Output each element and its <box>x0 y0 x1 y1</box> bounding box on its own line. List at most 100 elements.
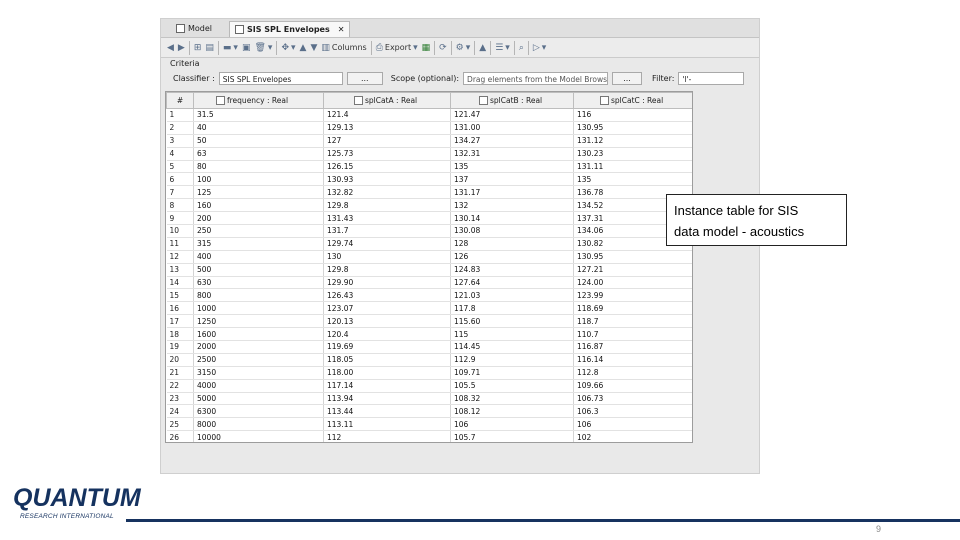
table-row[interactable]: 6 100 130.93 137 135 <box>166 172 692 187</box>
table-cell[interactable]: 135 <box>573 172 692 187</box>
table-cell[interactable]: 123.07 <box>323 301 451 316</box>
table-cell[interactable]: 129.74 <box>323 237 451 251</box>
settings-button[interactable]: ⚙ ▾ <box>456 43 471 53</box>
table-cell[interactable]: 1600 <box>193 327 324 342</box>
move-down-button[interactable]: ▼ <box>310 43 317 53</box>
table-cell[interactable]: 131.11 <box>573 160 692 174</box>
move-button[interactable]: ✥ ▾ <box>281 43 295 53</box>
table-cell[interactable]: 109.66 <box>573 379 692 393</box>
table-cell[interactable]: 113.94 <box>323 392 451 406</box>
table-cell[interactable]: 5000 <box>193 392 324 406</box>
table-cell[interactable]: 500 <box>193 263 324 277</box>
table-cell[interactable]: 132.82 <box>323 185 451 200</box>
column-checkbox-icon[interactable] <box>216 96 225 106</box>
table-cell[interactable]: 126 <box>450 250 574 264</box>
export-button[interactable]: ⎙ Export ▾ <box>376 43 418 53</box>
table-cell[interactable]: 250 <box>193 224 324 238</box>
table-row[interactable]: 10 250 131.7 130.08 134.06 <box>166 224 692 238</box>
column-checkbox-icon[interactable] <box>354 96 363 106</box>
table-cell[interactable]: 80 <box>193 160 324 174</box>
table-cell[interactable]: 124.00 <box>573 276 692 290</box>
table-cell[interactable]: 121.03 <box>450 288 574 303</box>
table-cell[interactable]: 129.8 <box>323 263 451 277</box>
table-cell[interactable]: 112 <box>323 430 451 442</box>
table-cell[interactable]: 131.12 <box>573 134 692 148</box>
table-cell[interactable]: 105.5 <box>450 379 574 393</box>
table-cell[interactable]: 123.99 <box>573 288 692 303</box>
table-cell[interactable]: 121.47 <box>450 108 574 122</box>
table-cell[interactable]: 105.7 <box>450 430 574 442</box>
collapse-button[interactable]: ▲ <box>479 43 486 53</box>
table-cell[interactable]: 120.4 <box>323 327 451 342</box>
table-cell[interactable]: 115 <box>450 327 574 342</box>
table-cell[interactable]: 3150 <box>193 366 324 380</box>
table-cell[interactable]: 124.83 <box>450 263 574 277</box>
table-cell[interactable]: 118.7 <box>573 314 692 329</box>
forward-button[interactable]: ▶ <box>178 43 185 53</box>
table-cell[interactable]: 131.43 <box>323 211 451 226</box>
column-header-frequency[interactable]: frequency : Real <box>193 92 324 109</box>
table-cell[interactable]: 132.31 <box>450 147 574 161</box>
refresh-button[interactable]: ⟳ <box>439 43 447 53</box>
table-cell[interactable]: 125 <box>193 185 324 200</box>
table-cell[interactable]: 137 <box>450 172 574 187</box>
table-cell[interactable]: 130.93 <box>323 172 451 187</box>
table-row[interactable]: 24 6300 113.44 108.12 106.3 <box>166 404 692 419</box>
table-cell[interactable]: 110.7 <box>573 327 692 342</box>
table-cell[interactable]: 131.17 <box>450 185 574 200</box>
table-cell[interactable]: 126.43 <box>323 288 451 303</box>
table-cell[interactable]: 108.32 <box>450 392 574 406</box>
table-cell[interactable]: 108.12 <box>450 404 574 419</box>
table-row[interactable]: 3 50 127 134.27 131.12 <box>166 134 692 148</box>
table-cell[interactable]: 106 <box>450 417 574 432</box>
table-cell[interactable]: 106.3 <box>573 404 692 419</box>
table-cell[interactable]: 630 <box>193 276 324 290</box>
table-cell[interactable]: 131.00 <box>450 121 574 135</box>
table-cell[interactable]: 200 <box>193 211 324 226</box>
table-row[interactable]: 2 40 129.13 131.00 130.95 <box>166 121 692 135</box>
excel-button[interactable]: ▦ <box>422 43 431 53</box>
table-cell[interactable]: 128 <box>450 237 574 251</box>
table-row[interactable]: 5 80 126.15 135 131.11 <box>166 160 692 174</box>
table-cell[interactable]: 118.00 <box>323 366 451 380</box>
close-tab-icon[interactable]: ✕ <box>338 22 345 37</box>
table-cell[interactable]: 130.08 <box>450 224 574 238</box>
hierarchy-button[interactable]: ⊞ <box>194 43 202 53</box>
table-cell[interactable]: 8000 <box>193 417 324 432</box>
table-row[interactable]: 26 10000 112 105.7 102 <box>166 430 692 442</box>
table-cell[interactable]: 127 <box>323 134 451 148</box>
table-row[interactable]: 23 5000 113.94 108.32 106.73 <box>166 392 692 406</box>
scope-browse-button[interactable]: ... <box>612 71 643 85</box>
column-checkbox-icon[interactable] <box>479 96 488 106</box>
table-cell[interactable]: 114.45 <box>450 340 574 354</box>
table-cell[interactable]: 2500 <box>193 353 324 367</box>
table-cell[interactable]: 116.87 <box>573 340 692 354</box>
table-cell[interactable]: 117.8 <box>450 301 574 316</box>
search-button[interactable]: ⌕ <box>519 43 524 53</box>
table-cell[interactable]: 6300 <box>193 404 324 419</box>
table-cell[interactable]: 63 <box>193 147 324 161</box>
column-header-splcatc[interactable]: splCatC : Real <box>573 92 692 109</box>
move-up-button[interactable]: ▲ <box>300 43 307 53</box>
table-cell[interactable]: 119.69 <box>323 340 451 354</box>
table-row[interactable]: 4 63 125.73 132.31 130.23 <box>166 147 692 161</box>
column-header-number[interactable]: # <box>166 92 194 109</box>
table-cell[interactable]: 131.7 <box>323 224 451 238</box>
table-cell[interactable]: 120.13 <box>323 314 451 329</box>
table-cell[interactable]: 115.60 <box>450 314 574 329</box>
table-cell[interactable]: 127.21 <box>573 263 692 277</box>
run-button[interactable]: ▷ ▾ <box>533 43 546 53</box>
table-cell[interactable]: 112.8 <box>573 366 692 380</box>
table-cell[interactable]: 10000 <box>193 430 324 442</box>
tab-sis-spl-envelopes[interactable]: SIS SPL Envelopes ✕ <box>229 21 351 37</box>
table-row[interactable]: 8 160 129.8 132 134.52 <box>166 198 692 213</box>
table-cell[interactable]: 117.14 <box>323 379 451 393</box>
tab-model[interactable]: Model <box>171 21 217 36</box>
insert-button[interactable]: ▬ ▾ <box>223 43 238 53</box>
table-cell[interactable]: 132 <box>450 198 574 213</box>
table-row[interactable]: 12 400 130 126 130.95 <box>166 250 692 264</box>
table-cell[interactable]: 118.69 <box>573 301 692 316</box>
table-cell[interactable]: 121.4 <box>323 108 451 122</box>
table-cell[interactable]: 102 <box>573 430 692 442</box>
table-cell[interactable]: 31.5 <box>193 108 324 122</box>
